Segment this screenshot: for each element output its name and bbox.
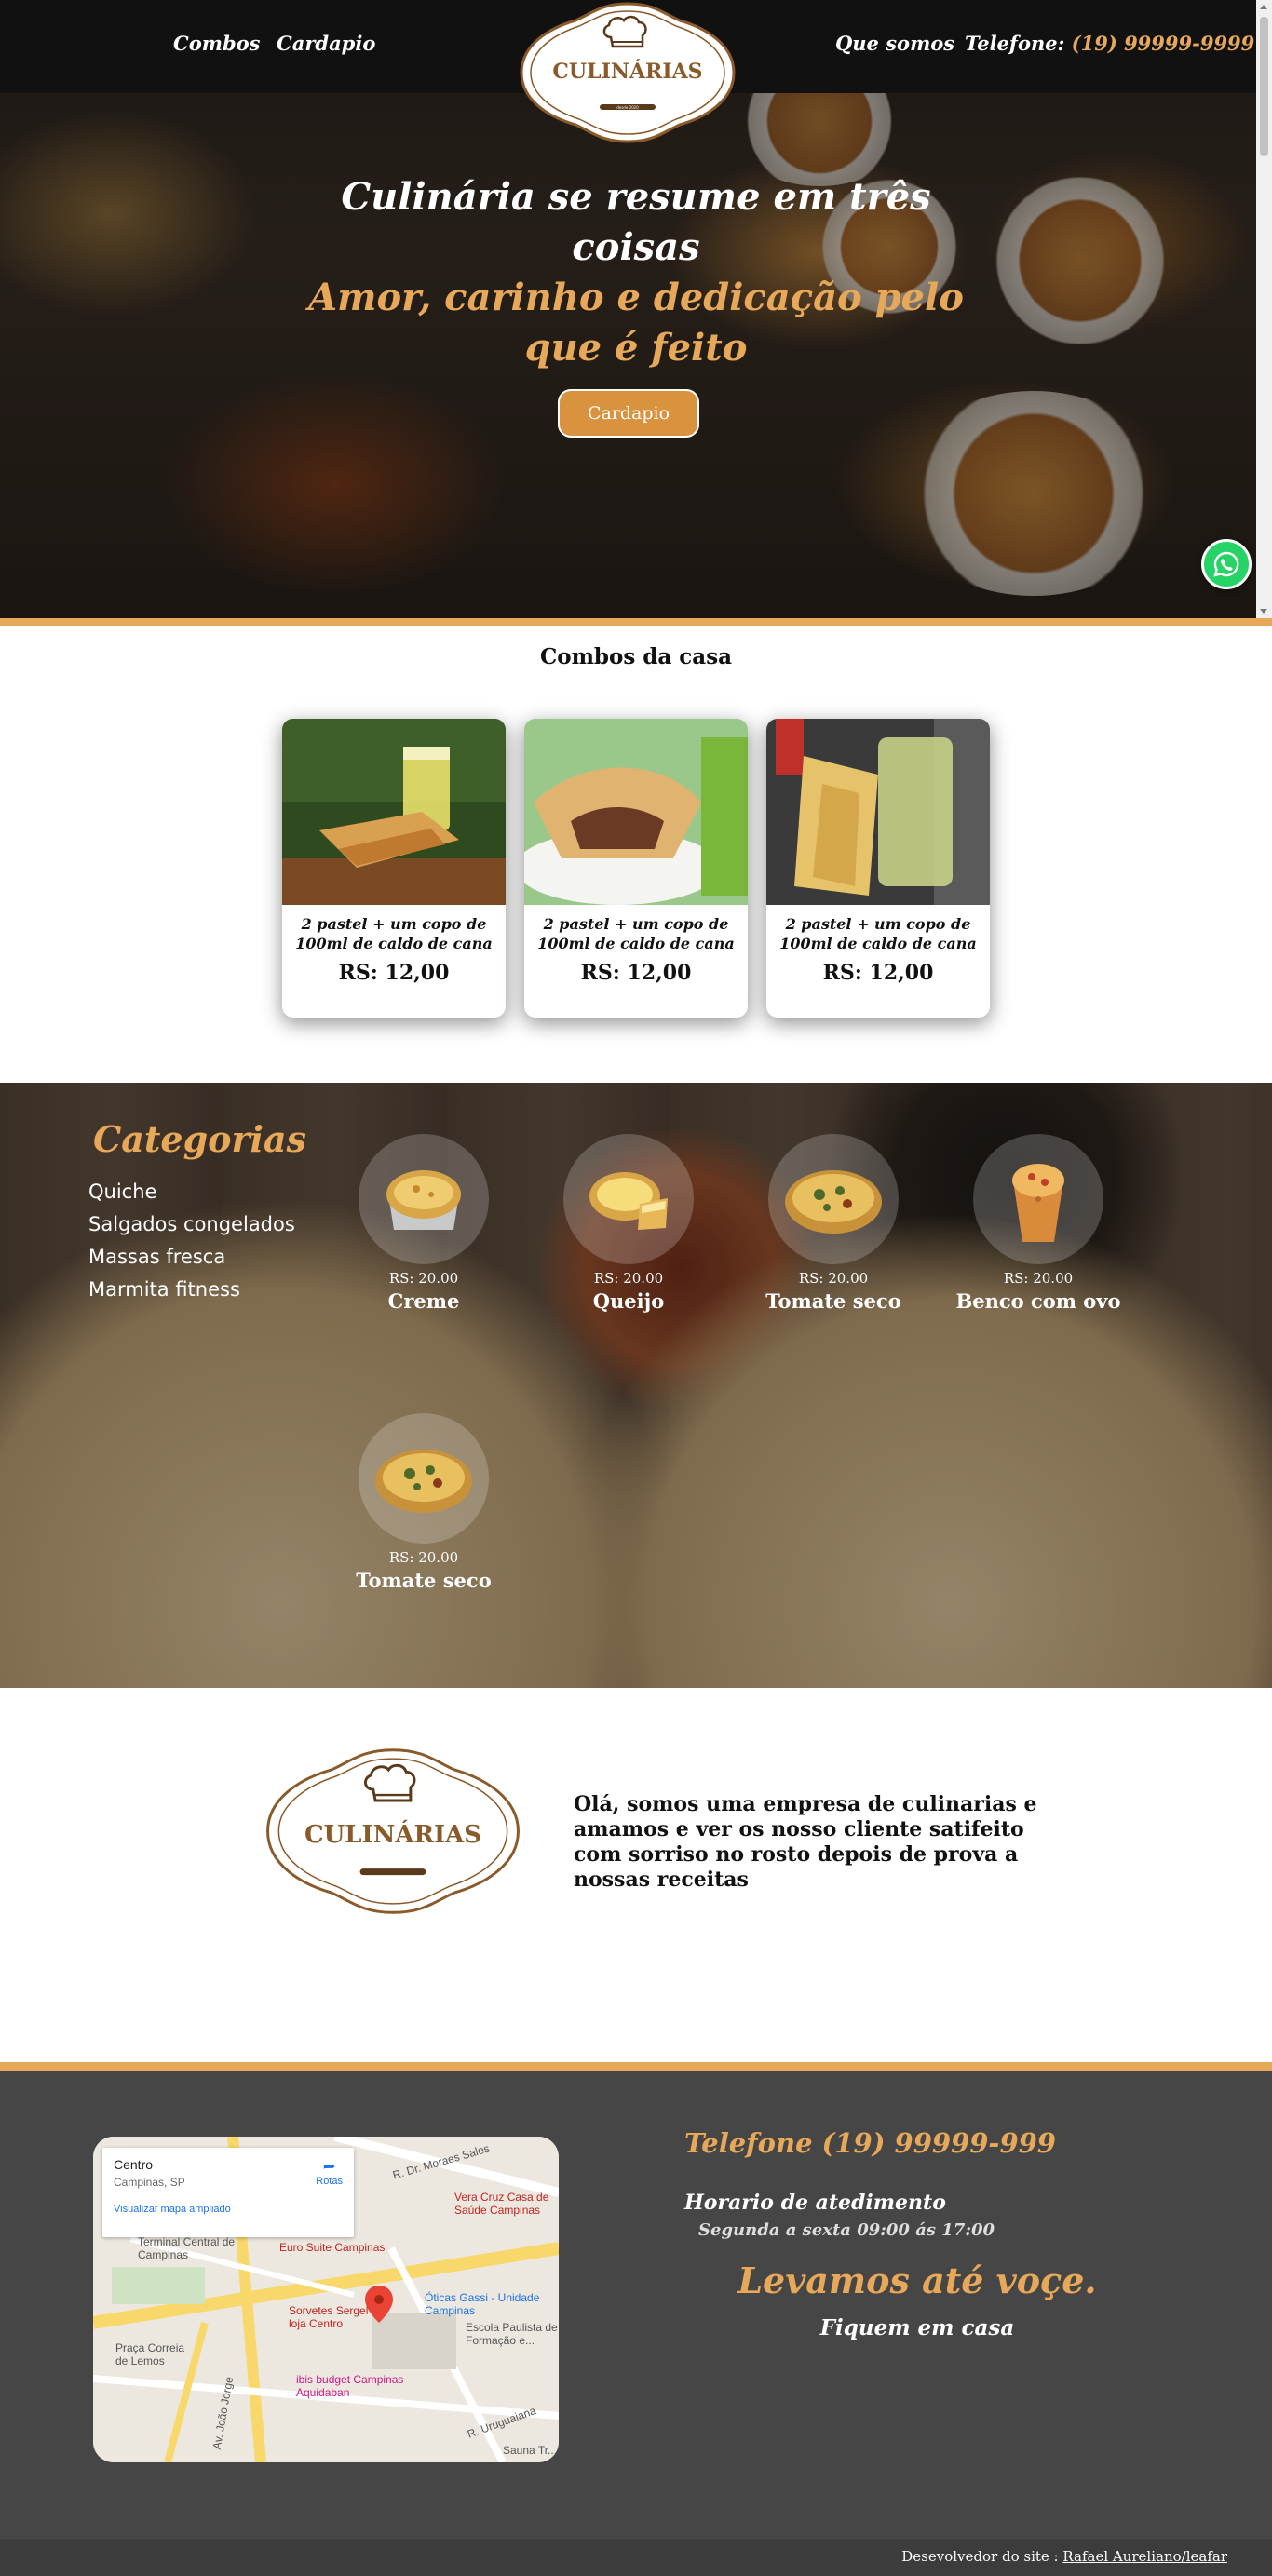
directions-icon: ➦ — [322, 2159, 336, 2175]
map-label-praca: Praça Correia de Lemos — [115, 2341, 185, 2367]
combo-name: 2 pastel + um copo de 100ml de caldo de … — [537, 915, 735, 952]
category-item[interactable]: Marmita fitness — [88, 1274, 295, 1306]
product-image — [359, 1134, 489, 1264]
hero-headline: Culinária se resume em três coisas Amor,… — [279, 172, 993, 373]
map-city: Campinas, SP — [114, 2176, 185, 2189]
combo-price: RS: 12,00 — [580, 961, 692, 985]
product-name: Queijo — [592, 1289, 665, 1313]
map-label-terminal: Terminal Central de Campinas — [138, 2235, 236, 2261]
nav-combos-link[interactable]: Combos — [173, 32, 260, 55]
nav-cardapio-link[interactable]: Cardapio — [277, 32, 375, 55]
product-image — [563, 1134, 694, 1264]
categorias-list: Quiche Salgados congelados Massas fresca… — [88, 1176, 295, 1306]
scroll-down-icon[interactable] — [1260, 609, 1267, 614]
whatsapp-icon — [1213, 551, 1239, 577]
whatsapp-button[interactable] — [1201, 539, 1252, 589]
combos-title: Combos da casa — [539, 644, 733, 669]
product-price: RS: 20.00 — [388, 1270, 459, 1287]
map-directions-button[interactable]: ➦ Rotas — [316, 2157, 343, 2187]
product-image — [359, 1413, 489, 1544]
hero-cardapio-button[interactable]: Cardapio — [558, 389, 699, 438]
embedded-map[interactable]: Centro Campinas, SP Visualizar mapa ampl… — [93, 2137, 559, 2462]
combo-card[interactable]: 2 pastel + um copo de 100ml de caldo de … — [524, 719, 748, 1018]
product-item[interactable]: RS: 20.00 Tomate seco — [340, 1413, 507, 1592]
map-info-card: Centro Campinas, SP Visualizar mapa ampl… — [102, 2148, 354, 2237]
phone-number[interactable]: (19) 99999-9999 — [1072, 32, 1255, 55]
footer: Centro Campinas, SP Visualizar mapa ampl… — [0, 2062, 1272, 2539]
product-item[interactable]: RS: 20.00 Benco com ovo — [954, 1134, 1122, 1313]
product-price: RS: 20.00 — [798, 1270, 869, 1287]
product-item[interactable]: RS: 20.00 Tomate seco — [750, 1134, 917, 1313]
map-label-vera: Vera Cruz Casa de Saúde Campinas — [454, 2191, 549, 2217]
product-price: RS: 20.00 — [1003, 1270, 1074, 1287]
map-rotas-label: Rotas — [316, 2176, 343, 2187]
combo-image — [766, 719, 990, 905]
logo-text: CULINÁRIAS — [304, 1819, 481, 1849]
combo-image — [524, 719, 748, 905]
map-label-escola: Escola Paulista de Formação e... — [466, 2321, 558, 2347]
bottom-bar: Desevolvedor do site : Rafael Aureliano/… — [0, 2539, 1272, 2576]
scroll-thumb[interactable] — [1260, 17, 1268, 156]
map-label-euro: Euro Suite Campinas — [279, 2241, 386, 2254]
footer-hours: Segunda a sexta 09:00 ás 17:00 — [698, 2220, 995, 2240]
categorias-section: Categorias Quiche Salgados congelados Ma… — [0, 1083, 1272, 1688]
product-item[interactable]: RS: 20.00 Queijo — [545, 1134, 712, 1313]
culinarias-logo[interactable]: CULINÁRIAS desde 2020 — [514, 0, 741, 145]
product-image — [768, 1134, 899, 1264]
hero-line-1: Culinária se resume em três coisas — [341, 175, 931, 269]
combo-card[interactable]: 2 pastel + um copo de 100ml de caldo de … — [282, 719, 506, 1018]
footer-levamos: Levamos até voçe. — [737, 2259, 1097, 2301]
map-label-sauna: Sauna Tr... — [503, 2444, 558, 2457]
map-label-sorvetes: Sorvetes Sergel loja Centro — [289, 2304, 369, 2330]
footer-fiquem: Fiquem em casa — [819, 2315, 1015, 2340]
logo-sub: desde 2020 — [616, 105, 639, 110]
combos-section: Combos da casa 2 pastel + um copo de 100… — [0, 626, 1272, 1083]
about-section: CULINÁRIAS Olá, somos uma empresa de cul… — [0, 1688, 1272, 2062]
hero-line-2: Amor, carinho e dedicação pelo que é fei… — [308, 276, 964, 370]
product-name: Benco com ovo — [955, 1289, 1121, 1313]
page-scrollbar[interactable] — [1256, 0, 1272, 618]
combo-card[interactable]: 2 pastel + um copo de 100ml de caldo de … — [766, 719, 990, 1018]
logo-text: CULINÁRIAS — [552, 59, 702, 84]
categorias-title: Categorias — [93, 1118, 306, 1160]
nav-quesomos-link[interactable]: Que somos — [835, 32, 954, 55]
footer-phone[interactable]: Telefone (19) 99999-999 — [684, 2127, 1056, 2159]
product-name: Tomate seco — [356, 1569, 492, 1592]
nav-phone: Telefone: (19) 99999-9999 — [965, 32, 1254, 55]
combo-price: RS: 12,00 — [822, 961, 934, 985]
product-item[interactable]: RS: 20.00 Creme — [340, 1134, 507, 1313]
map-enlarge-link[interactable]: Visualizar mapa ampliado — [114, 2204, 343, 2215]
product-image — [973, 1134, 1103, 1264]
hero-section: Combos Cardapio Que somos Telefone: (19)… — [0, 0, 1272, 618]
map-label-oticas: Óticas Gassi - Unidade Campinas — [425, 2291, 540, 2317]
footer-hours-title: Horario de atedimento — [684, 2191, 946, 2215]
about-text: Olá, somos uma empresa de culinarias e a… — [574, 1792, 1037, 1892]
category-item[interactable]: Salgados congelados — [88, 1208, 295, 1241]
product-price: RS: 20.00 — [593, 1270, 664, 1287]
combo-name: 2 pastel + um copo de 100ml de caldo de … — [779, 915, 977, 952]
category-item[interactable]: Massas fresca — [88, 1241, 295, 1274]
map-place: Centro — [114, 2157, 154, 2172]
combo-image — [282, 719, 506, 905]
divider-band — [0, 618, 1272, 626]
product-price: RS: 20.00 — [388, 1549, 459, 1566]
scroll-up-icon[interactable] — [1260, 5, 1267, 9]
culinarias-logo-large: CULINÁRIAS — [266, 1748, 520, 1914]
phone-label: Telefone: — [965, 32, 1065, 55]
category-item[interactable]: Quiche — [88, 1176, 295, 1208]
developer-credit: Desevolvedor do site : Rafael Aureliano/… — [901, 2548, 1227, 2565]
product-name: Creme — [387, 1289, 460, 1313]
combo-price: RS: 12,00 — [338, 961, 450, 985]
developer-label: Desevolvedor do site : — [901, 2548, 1059, 2565]
product-name: Tomate seco — [765, 1289, 901, 1313]
developer-link[interactable]: Rafael Aureliano/leafar — [1062, 2548, 1227, 2565]
combo-name: 2 pastel + um copo de 100ml de caldo de … — [295, 915, 493, 952]
map-label-ibis: ibis budget Campinas Aquidaban — [296, 2373, 404, 2399]
